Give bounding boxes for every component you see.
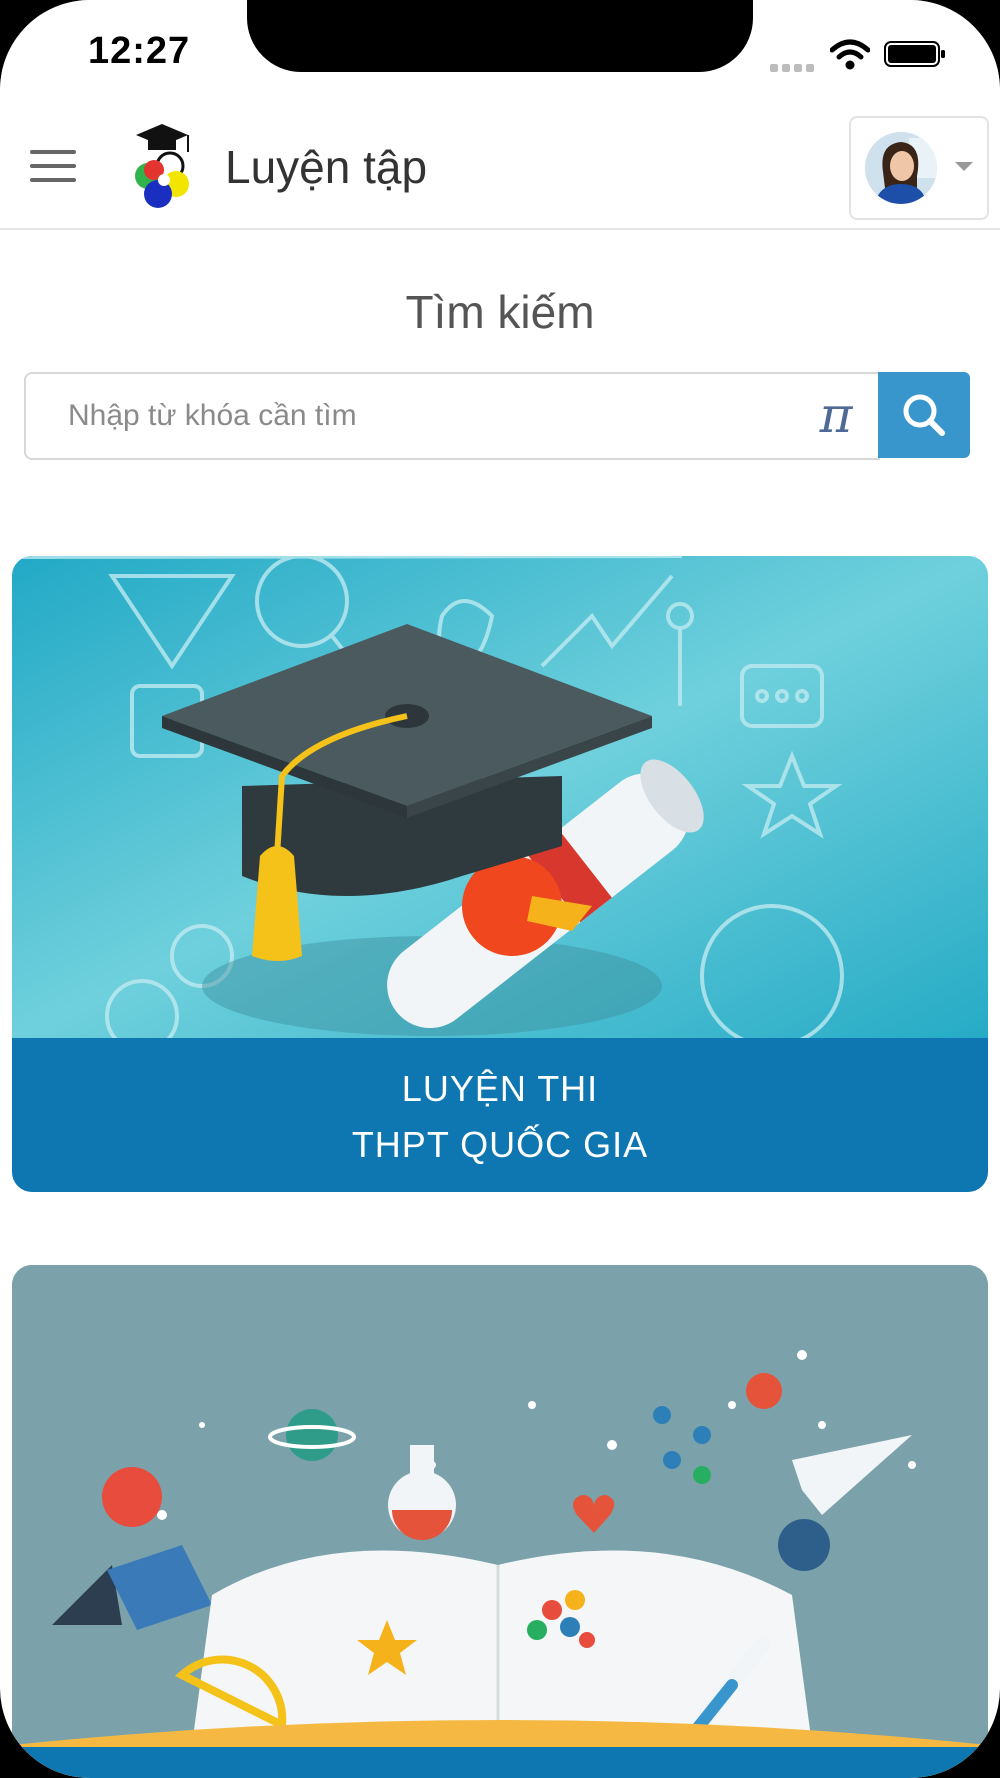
battery-icon xyxy=(884,41,945,67)
status-bar: 12:27 xyxy=(0,0,1000,110)
search-icon xyxy=(903,394,945,436)
study-card-caption xyxy=(12,1747,988,1778)
search-title: Tìm kiếm xyxy=(405,286,595,338)
status-time: 12:27 xyxy=(88,30,191,72)
app-logo xyxy=(135,124,189,208)
avatar xyxy=(865,132,937,204)
study-card[interactable] xyxy=(12,1265,988,1778)
exam-prep-caption: LUYỆN THI THPT QUỐC GIA xyxy=(12,1038,988,1192)
wifi-icon xyxy=(830,39,870,70)
cellular-signal-icon xyxy=(770,59,818,72)
search-box: π xyxy=(24,372,880,460)
search-input[interactable] xyxy=(66,392,760,440)
card-title-line-2: THPT QUỐC GIA xyxy=(351,1124,649,1165)
hamburger-menu-icon[interactable] xyxy=(30,150,76,186)
device-notch xyxy=(247,0,753,72)
phone-screen: 12:27 Luyện tập Tìm kiếm Nhập từ khóa cầ… xyxy=(0,0,1000,1778)
math-keyboard-button[interactable]: π xyxy=(796,382,876,448)
page-title: Luyện tập xyxy=(225,141,428,193)
search-button[interactable] xyxy=(878,372,970,458)
graduation-illustration xyxy=(12,556,988,1038)
exam-prep-card[interactable]: LUYỆN THI THPT QUỐC GIA xyxy=(12,556,988,1192)
profile-menu-button[interactable] xyxy=(849,116,989,220)
chevron-down-icon xyxy=(955,162,973,171)
open-book-illustration xyxy=(12,1265,988,1778)
card-title-line-1: LUYỆN THI xyxy=(401,1068,599,1109)
app-header: Luyện tập xyxy=(0,110,1000,230)
